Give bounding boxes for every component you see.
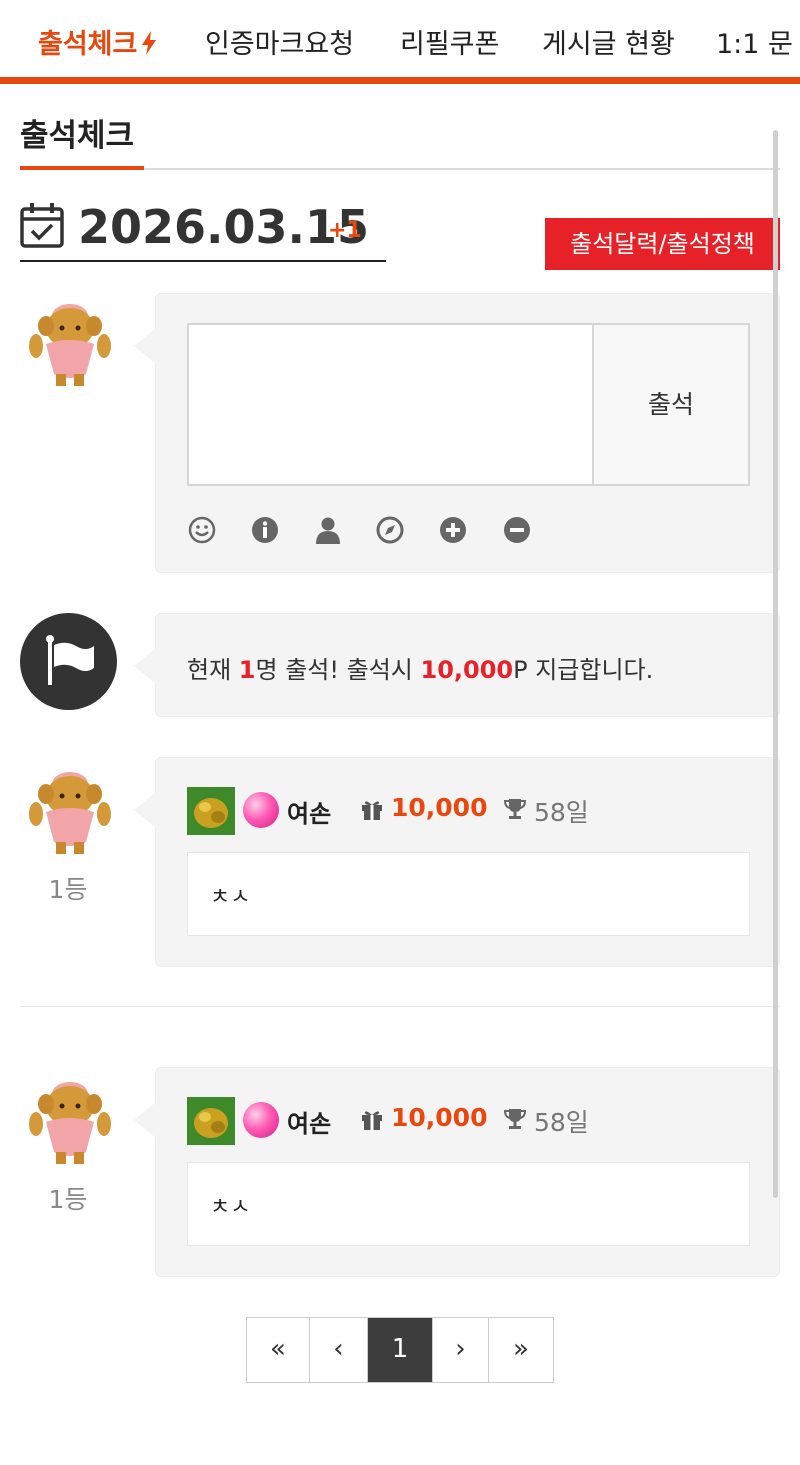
flag-icon bbox=[20, 613, 117, 710]
info-icon[interactable] bbox=[250, 515, 280, 545]
entry-message: ㅊㅅ bbox=[210, 1195, 251, 1220]
bolt-icon bbox=[142, 31, 157, 55]
nav-item-label: 출석체크 bbox=[38, 29, 138, 60]
pagination: « ‹ 1 › » bbox=[246, 1317, 554, 1383]
gift-icon bbox=[362, 801, 382, 820]
page-current[interactable]: 1 bbox=[368, 1318, 433, 1382]
minus-icon[interactable] bbox=[502, 515, 532, 545]
smile-icon[interactable] bbox=[187, 515, 217, 545]
reward-points: 10,000 bbox=[391, 1103, 488, 1132]
date-row: 2026.03.15 +1 bbox=[20, 198, 386, 262]
level-icon bbox=[187, 1097, 235, 1145]
avatar bbox=[29, 304, 111, 386]
rank-label: 1등 bbox=[48, 1185, 88, 1214]
notice-middle: 명 출석! 출석시 bbox=[255, 656, 421, 684]
level-icon bbox=[187, 787, 235, 835]
plus-icon[interactable] bbox=[438, 515, 468, 545]
notice-count: 1 bbox=[238, 656, 256, 684]
nav-item-attendance[interactable]: 출석체크 bbox=[38, 22, 157, 61]
calendar-icon bbox=[20, 203, 64, 248]
nav-item-refill-coupon[interactable]: 리필쿠폰 bbox=[400, 22, 499, 61]
notice-suffix: P 지급합니다. bbox=[513, 656, 654, 684]
notice-prefix: 현재 bbox=[187, 656, 239, 684]
rank-label: 1등 bbox=[48, 875, 88, 904]
entry-message-box: ㅊㅅ bbox=[187, 1162, 750, 1246]
entry-message: ㅊㅅ bbox=[210, 885, 251, 910]
attend-submit-button[interactable]: 출석 bbox=[594, 323, 750, 486]
title-underline bbox=[20, 166, 144, 170]
date-increment: +1 bbox=[328, 218, 362, 243]
compass-icon[interactable] bbox=[375, 515, 405, 545]
user-icon[interactable] bbox=[313, 515, 343, 545]
page-first-button[interactable]: « bbox=[247, 1318, 310, 1382]
nav-item-verify-mark[interactable]: 인증마크요청 bbox=[205, 22, 354, 61]
notice-points: 10,000 bbox=[420, 656, 514, 684]
comment-input[interactable] bbox=[187, 323, 594, 486]
avatar bbox=[29, 772, 111, 854]
page-title: 출석체크 bbox=[20, 118, 135, 154]
attendance-days: 58일 bbox=[534, 1108, 589, 1137]
attendance-date: 2026.03.15 bbox=[78, 200, 370, 254]
trophy-icon bbox=[503, 799, 527, 819]
nav-item-inquiry[interactable]: 1:1 문 bbox=[716, 22, 793, 61]
attendance-days: 58일 bbox=[534, 798, 589, 827]
attendance-notice: 현재 1명 출석! 출석시 10,000P 지급합니다. bbox=[187, 650, 653, 685]
gift-icon bbox=[362, 1111, 382, 1130]
user-name[interactable]: 여손 bbox=[287, 794, 331, 829]
attendance-policy-button[interactable]: 출석달력/출석정책 bbox=[545, 218, 780, 270]
page-last-button[interactable]: » bbox=[489, 1318, 553, 1382]
user-badge-icon bbox=[243, 792, 279, 828]
scrollbar[interactable] bbox=[773, 130, 778, 1198]
page-prev-button[interactable]: ‹ bbox=[310, 1318, 368, 1382]
trophy-icon bbox=[503, 1109, 527, 1129]
page-next-button[interactable]: › bbox=[433, 1318, 489, 1382]
entry-message-box: ㅊㅅ bbox=[187, 852, 750, 936]
user-badge-icon bbox=[243, 1102, 279, 1138]
entry-divider bbox=[20, 1006, 780, 1007]
avatar bbox=[29, 1082, 111, 1164]
nav-item-post-status[interactable]: 게시글 현황 bbox=[542, 22, 675, 61]
reward-points: 10,000 bbox=[391, 793, 488, 822]
user-name[interactable]: 여손 bbox=[287, 1104, 331, 1139]
top-nav: 출석체크 인증마크요청 리필쿠폰 게시글 현황 1:1 문 bbox=[0, 0, 800, 84]
